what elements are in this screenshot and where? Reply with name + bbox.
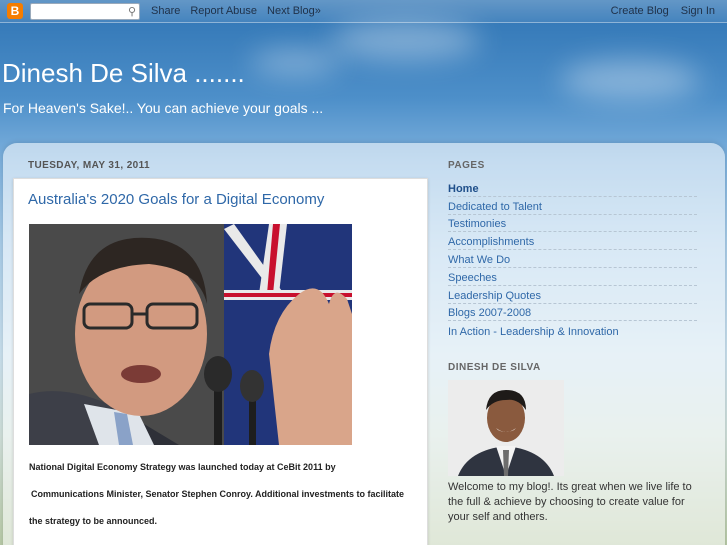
cloud (560, 60, 700, 100)
profile-portrait-illustration (448, 380, 564, 476)
blog-description: For Heaven's Sake!.. You can achieve you… (3, 100, 324, 116)
profile-widget-title: DINESH DE SILVA (448, 362, 541, 373)
cloud (250, 50, 340, 75)
page-link-blogs-2007-2008[interactable]: Blogs 2007-2008 (448, 304, 697, 322)
search-box[interactable]: ⚲ (30, 2, 140, 20)
post-body-line-2: Communications Minister, Senator Stephen… (31, 489, 405, 499)
report-abuse-link[interactable]: Report Abuse (190, 5, 257, 17)
search-icon[interactable]: ⚲ (128, 5, 136, 18)
page-link-leadership-quotes[interactable]: Leadership Quotes (448, 286, 697, 304)
profile-text: Welcome to my blog!. Its great when we l… (448, 481, 692, 523)
next-blog-link[interactable]: Next Blog» (267, 5, 321, 17)
create-blog-link[interactable]: Create Blog (611, 5, 669, 17)
page-link-dedicated-to-talent[interactable]: Dedicated to Talent (448, 197, 697, 215)
pages-list: Home Dedicated to Talent Testimonies Acc… (448, 179, 697, 339)
post-title[interactable]: Australia's 2020 Goals for a Digital Eco… (28, 191, 324, 208)
cloud (330, 20, 480, 60)
page-link-testimonies[interactable]: Testimonies (448, 215, 697, 233)
post-date: TUESDAY, MAY 31, 2011 (28, 160, 150, 171)
page-link-in-action[interactable]: In Action - Leadership & Innovation (448, 321, 697, 339)
search-input[interactable] (31, 3, 123, 19)
page-link-accomplishments[interactable]: Accomplishments (448, 232, 697, 251)
page-link-what-we-do[interactable]: What We Do (448, 250, 697, 268)
share-link[interactable]: Share (151, 5, 180, 17)
post-body-line-1: National Digital Economy Strategy was la… (29, 462, 336, 472)
sign-in-link[interactable]: Sign In (681, 5, 715, 17)
profile-photo[interactable] (448, 380, 564, 476)
pages-widget-title: PAGES (448, 160, 485, 171)
post-image (29, 224, 352, 445)
blogger-logo-icon[interactable]: B (7, 3, 23, 19)
blogger-navbar: B ⚲ Share Report Abuse Next Blog» Create… (0, 0, 727, 23)
blog-title[interactable]: Dinesh De Silva ....... (2, 58, 245, 89)
page-link-home[interactable]: Home (448, 179, 697, 197)
post-body-line-3: the strategy to be announced. (29, 516, 158, 526)
navbar-right: Create Blog Sign In (611, 5, 727, 17)
page-link-speeches[interactable]: Speeches (448, 268, 697, 286)
speaker-photo-illustration (29, 224, 352, 445)
